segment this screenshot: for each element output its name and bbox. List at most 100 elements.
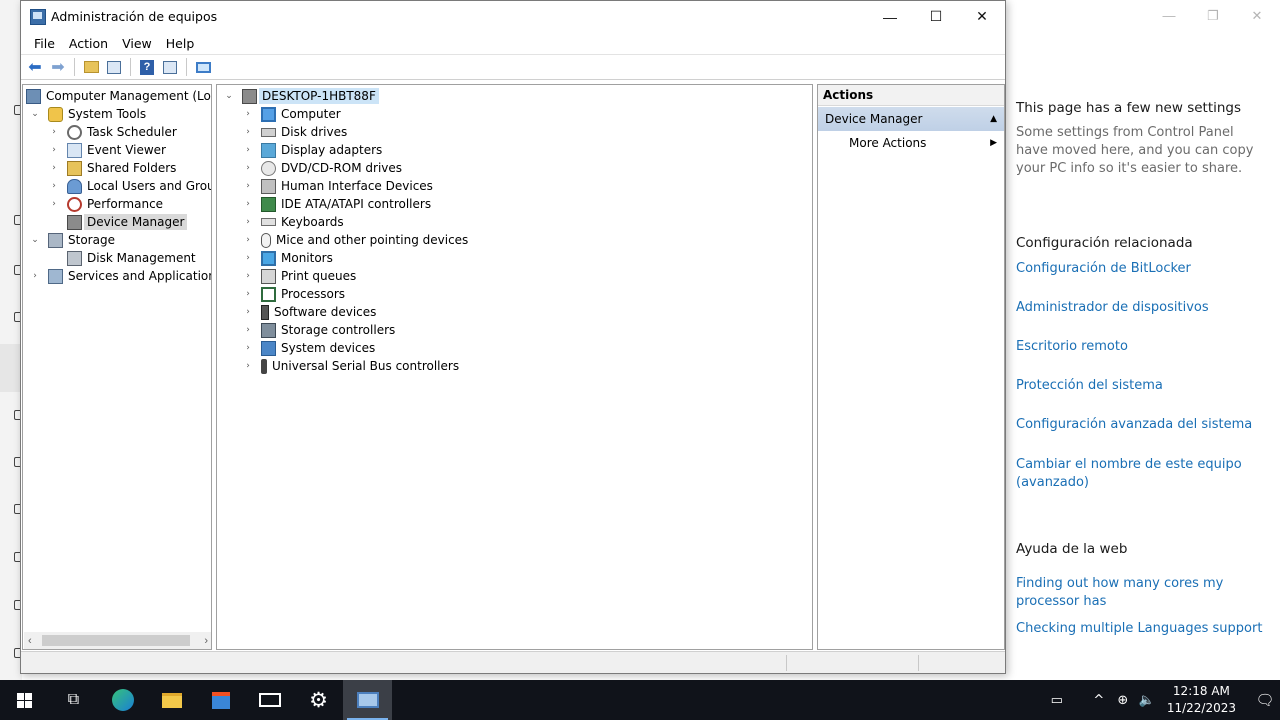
expand-toggle-icon[interactable]: ⌄ xyxy=(29,234,41,246)
store-taskbar-button[interactable] xyxy=(196,680,245,720)
minimize-button[interactable]: — xyxy=(867,1,913,32)
actions-section-device-manager[interactable]: Device Manager ▲ xyxy=(818,107,1004,131)
tree-node-device-manager[interactable]: Device Manager xyxy=(67,213,188,231)
task-view-button[interactable]: ⧉ xyxy=(49,680,98,720)
expand-toggle-icon[interactable]: › xyxy=(48,198,60,210)
link-rename-pc[interactable]: Cambiar el nombre de este equipo (avanza… xyxy=(1016,456,1266,492)
expand-toggle-icon[interactable]: ⌄ xyxy=(29,108,41,120)
network-icon[interactable]: ⊕ xyxy=(1111,693,1135,708)
volume-icon[interactable]: 🔈 xyxy=(1135,693,1159,708)
link-cores-help[interactable]: Finding out how many cores my processor … xyxy=(1016,575,1266,611)
scroll-right-icon[interactable]: › xyxy=(204,635,208,647)
tree-node-system-tools[interactable]: ⌄ System Tools xyxy=(29,105,146,123)
expand-toggle-icon[interactable]: › xyxy=(48,162,60,174)
tree-node-storage[interactable]: ⌄ Storage xyxy=(29,231,115,249)
device-category[interactable]: › Keyboards xyxy=(242,213,343,231)
menu-help[interactable]: Help xyxy=(159,36,202,51)
device-category[interactable]: › DVD/CD-ROM drives xyxy=(242,159,402,177)
link-device-manager[interactable]: Administrador de dispositivos xyxy=(1016,299,1266,317)
device-category[interactable]: › Print queues xyxy=(242,267,356,285)
link-remote-desktop[interactable]: Escritorio remoto xyxy=(1016,338,1266,356)
tree-node-event-viewer[interactable]: › Event Viewer xyxy=(48,141,166,159)
device-tree-root[interactable]: ⌄ DESKTOP-1HBT88F xyxy=(223,87,379,105)
device-category[interactable]: › Human Interface Devices xyxy=(242,177,433,195)
keyboard-icon[interactable]: ▭ xyxy=(1045,693,1069,708)
settings-restore-button[interactable]: ❐ xyxy=(1204,8,1222,24)
device-category[interactable]: › Mice and other pointing devices xyxy=(242,231,468,249)
tree-horizontal-scrollbar[interactable]: ‹ › xyxy=(24,632,211,649)
expand-toggle-icon[interactable]: › xyxy=(242,270,254,282)
expand-toggle-icon[interactable]: › xyxy=(48,126,60,138)
expand-toggle-icon[interactable]: › xyxy=(242,126,254,138)
tree-node-local-users[interactable]: › Local Users and Groups xyxy=(48,177,211,195)
explorer-taskbar-button[interactable] xyxy=(147,680,196,720)
tree-node-services-apps[interactable]: › Services and Applications xyxy=(29,267,211,285)
settings-close-button[interactable]: ✕ xyxy=(1248,8,1266,24)
expand-toggle-icon[interactable]: › xyxy=(242,324,254,336)
expand-toggle-icon[interactable]: › xyxy=(242,162,254,174)
expand-toggle-icon[interactable]: › xyxy=(48,180,60,192)
expand-toggle-icon[interactable]: › xyxy=(242,144,254,156)
close-button[interactable]: ✕ xyxy=(959,1,1005,32)
scroll-left-icon[interactable]: ‹ xyxy=(28,635,32,647)
link-advanced-system-settings[interactable]: Configuración avanzada del sistema xyxy=(1016,416,1266,434)
expand-toggle-icon[interactable]: › xyxy=(29,270,41,282)
help-button[interactable]: ? xyxy=(137,57,157,77)
tree-node-performance[interactable]: › Performance xyxy=(48,195,163,213)
title-bar[interactable]: Administración de equipos — ☐ ✕ xyxy=(21,1,1005,32)
link-bitlocker[interactable]: Configuración de BitLocker xyxy=(1016,260,1266,278)
expand-toggle-icon[interactable]: › xyxy=(242,216,254,228)
menu-file[interactable]: File xyxy=(27,36,62,51)
show-hide-tree-button[interactable] xyxy=(104,57,124,77)
menu-action[interactable]: Action xyxy=(62,36,115,51)
maximize-button[interactable]: ☐ xyxy=(913,1,959,32)
expand-toggle-icon[interactable]: › xyxy=(242,234,254,246)
computer-management-taskbar-button[interactable] xyxy=(343,680,392,720)
scan-hardware-button[interactable] xyxy=(193,57,213,77)
tree-node-shared-folders[interactable]: › Shared Folders xyxy=(48,159,176,177)
device-category[interactable]: › Computer xyxy=(242,105,341,123)
device-category[interactable]: › Processors xyxy=(242,285,345,303)
settings-minimize-button[interactable]: — xyxy=(1160,8,1178,24)
tree-node-task-scheduler[interactable]: › Task Scheduler xyxy=(48,123,177,141)
nav-selected-item[interactable] xyxy=(0,344,22,392)
device-category[interactable]: › IDE ATA/ATAPI controllers xyxy=(242,195,431,213)
mail-taskbar-button[interactable] xyxy=(245,680,294,720)
device-category[interactable]: › System devices xyxy=(242,339,375,357)
link-languages-help[interactable]: Checking multiple Languages support xyxy=(1016,620,1266,638)
tree-node-root[interactable]: Computer Management (Local xyxy=(26,87,211,105)
show-hidden-icons-icon[interactable]: ^ xyxy=(1087,693,1111,708)
up-one-level-button[interactable] xyxy=(81,57,101,77)
expand-toggle-icon[interactable]: › xyxy=(242,180,254,192)
collapse-arrow-icon[interactable]: ▲ xyxy=(990,114,997,124)
device-category[interactable]: › Software devices xyxy=(242,303,376,321)
expand-toggle-icon[interactable]: › xyxy=(48,144,60,156)
start-button[interactable] xyxy=(0,680,49,720)
submenu-arrow-icon: ▶ xyxy=(990,138,997,148)
expand-toggle-icon[interactable]: › xyxy=(242,306,254,318)
expand-toggle-icon[interactable]: › xyxy=(242,252,254,264)
menu-view[interactable]: View xyxy=(115,36,159,51)
forward-button[interactable]: ➡ xyxy=(48,57,68,77)
back-button[interactable]: ⬅ xyxy=(25,57,45,77)
settings-taskbar-button[interactable]: ⚙ xyxy=(294,680,343,720)
expand-toggle-icon[interactable]: › xyxy=(242,288,254,300)
device-category[interactable]: › Monitors xyxy=(242,249,333,267)
more-actions-item[interactable]: More Actions ▶ xyxy=(818,131,1004,155)
notification-center-icon[interactable]: 🗨 xyxy=(1250,691,1280,709)
expand-toggle-icon[interactable]: › xyxy=(242,108,254,120)
expand-toggle-icon[interactable]: › xyxy=(242,198,254,210)
properties-button[interactable] xyxy=(160,57,180,77)
tree-node-disk-management[interactable]: Disk Management xyxy=(67,249,196,267)
clock[interactable]: 12:18 AM 11/22/2023 xyxy=(1167,683,1236,717)
expand-toggle-icon[interactable]: › xyxy=(242,360,254,372)
device-category[interactable]: › Storage controllers xyxy=(242,321,395,339)
device-category[interactable]: › Disk drives xyxy=(242,123,347,141)
device-category[interactable]: › Display adapters xyxy=(242,141,382,159)
link-system-protection[interactable]: Protección del sistema xyxy=(1016,377,1266,395)
expand-toggle-icon[interactable]: › xyxy=(242,342,254,354)
scrollbar-thumb[interactable] xyxy=(42,635,190,646)
edge-taskbar-button[interactable] xyxy=(98,680,147,720)
expand-toggle-icon[interactable]: ⌄ xyxy=(223,90,235,102)
device-category[interactable]: › Universal Serial Bus controllers xyxy=(242,357,459,375)
